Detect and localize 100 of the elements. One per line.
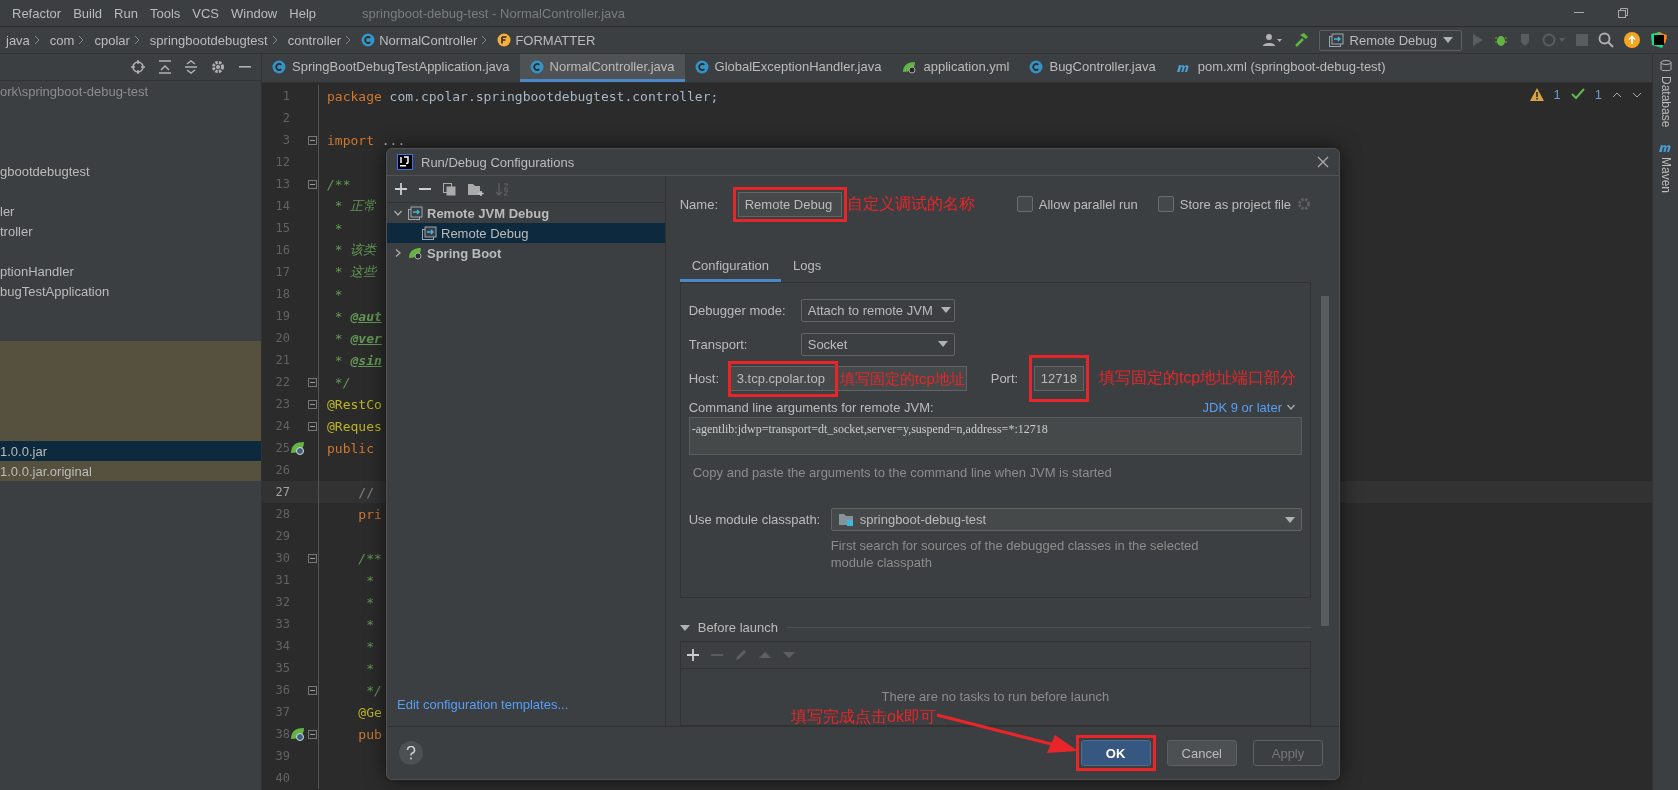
fold-icon[interactable] — [307, 729, 317, 739]
collapse-all-icon[interactable] — [159, 60, 171, 74]
line-number: 32 — [274, 594, 290, 611]
line-number: 16 — [274, 242, 290, 259]
dialog-title: Run/Debug Configurations — [421, 154, 575, 170]
name-field[interactable]: Remote Debug — [737, 191, 842, 217]
code-line: * — [365, 616, 374, 632]
bug-icon[interactable] — [1494, 33, 1508, 47]
checkbox[interactable] — [1157, 196, 1174, 212]
chevron-down-icon[interactable] — [1632, 91, 1642, 98]
menu-item[interactable]: Run — [108, 3, 144, 23]
minimize-icon[interactable] — [1574, 12, 1584, 14]
templates-link[interactable]: Edit configuration templates... — [387, 697, 665, 726]
dialog-button[interactable]: Cancel — [1166, 740, 1237, 766]
add-icon[interactable] — [395, 183, 407, 195]
breadcrumb[interactable]: controller — [287, 32, 342, 48]
bean-icon[interactable] — [290, 726, 306, 742]
transport-dropdown[interactable]: Socket — [800, 332, 955, 356]
search-icon[interactable] — [1598, 32, 1614, 48]
fold-icon[interactable] — [307, 685, 317, 695]
dialog-button[interactable]: OK — [1080, 740, 1151, 766]
fold-icon[interactable] — [307, 179, 317, 189]
breadcrumb[interactable]: springbootdebugtest — [149, 32, 268, 48]
app-logo-icon[interactable] — [1650, 31, 1668, 49]
restore-icon[interactable] — [1618, 8, 1628, 18]
config-tab[interactable]: Configuration — [679, 252, 782, 282]
editor-tab[interactable]: application.yml — [891, 54, 1020, 82]
caret-down-icon[interactable] — [679, 623, 690, 632]
menu-item[interactable]: Tools — [143, 3, 187, 23]
breadcrumb[interactable]: com — [49, 32, 75, 48]
jdk-version-dropdown[interactable]: JDK 9 or later — [1196, 398, 1302, 416]
menu-item[interactable]: Window — [225, 3, 284, 23]
bean-icon[interactable] — [290, 440, 306, 456]
class-icon — [529, 59, 544, 74]
close-icon[interactable] — [1317, 156, 1329, 168]
breadcrumb[interactable]: java — [6, 32, 30, 48]
fold-icon[interactable] — [307, 553, 317, 563]
copy-icon[interactable] — [443, 182, 456, 196]
locate-icon[interactable] — [131, 60, 145, 74]
debugger-mode-dropdown[interactable]: Attach to remote JVM — [800, 298, 955, 322]
editor-tab[interactable]: GlobalExceptionHandler.java — [684, 54, 892, 82]
command-line-field[interactable]: -agentlib:jdwp=transport=dt_socket,server=y,suspend=n,address=*:12718 — [688, 417, 1302, 455]
tree-item[interactable]: bugTestApplication — [0, 283, 110, 299]
editor-tab[interactable]: NormalController.java — [519, 54, 685, 82]
fold-icon[interactable] — [307, 377, 317, 387]
tree-item[interactable]: Remote JVM Debug — [427, 205, 550, 221]
menu-item[interactable]: Build — [67, 3, 109, 23]
line-number: 39 — [274, 748, 290, 765]
code-line: @RestCo — [327, 396, 382, 412]
breadcrumb[interactable]: cpolar — [94, 32, 130, 48]
editor-tab[interactable]: SpringBootDebugTestApplication.java — [262, 54, 520, 82]
menu-item[interactable]: Help — [283, 3, 322, 23]
add-icon[interactable] — [686, 649, 699, 661]
fold-icon[interactable] — [307, 135, 317, 145]
tree-item[interactable]: ptionHandler — [0, 263, 74, 279]
chevron-up-icon[interactable] — [1612, 91, 1622, 98]
leaf-icon — [901, 59, 918, 74]
chevron-right-icon[interactable] — [393, 248, 403, 258]
line-number: 23 — [274, 396, 290, 413]
line-number: 40 — [274, 770, 290, 787]
config-tab[interactable]: Logs — [781, 252, 834, 282]
fold-icon[interactable] — [307, 421, 317, 431]
port-field[interactable]: 12718 — [1033, 365, 1084, 391]
breadcrumb[interactable]: FORMATTER — [515, 32, 596, 48]
tree-item[interactable]: troller — [0, 223, 33, 239]
field-label: Host: — [688, 370, 721, 386]
help-button[interactable] — [399, 741, 423, 765]
line-number: 26 — [274, 462, 290, 479]
chevron-down-icon[interactable] — [393, 208, 403, 218]
tree-item[interactable]: 1.0.0.jar.original — [0, 463, 92, 479]
code-line: package com.cpolar.springbootdebugtest.controller; — [327, 88, 719, 104]
editor-tab[interactable]: pom.xml (springboot-debug-test) — [1165, 54, 1396, 82]
weak-warning-count: 1 — [1594, 87, 1602, 102]
tree-item[interactable]: ler — [0, 203, 15, 219]
editor-tab[interactable]: BugController.java — [1019, 54, 1166, 82]
tool-window-button[interactable]: Maven — [1658, 157, 1673, 194]
breadcrumb[interactable]: NormalController — [379, 32, 478, 48]
line-number: 21 — [274, 352, 290, 369]
settings-icon[interactable] — [211, 60, 225, 74]
code-line: @Reques — [327, 418, 382, 434]
question-mark-icon — [406, 746, 416, 760]
check-icon[interactable] — [1570, 88, 1585, 101]
warning-icon[interactable] — [1529, 88, 1544, 101]
module-dropdown[interactable]: springboot-debug-test — [830, 508, 1302, 531]
menu-item[interactable]: VCS — [186, 3, 225, 23]
scrollbar[interactable] — [1321, 296, 1329, 626]
user-icon[interactable] — [1262, 33, 1283, 47]
tree-item[interactable]: gbootdebugtest — [0, 163, 90, 179]
tool-window-button[interactable]: Database — [1658, 76, 1673, 128]
checkbox[interactable] — [1016, 196, 1033, 212]
new-folder-icon[interactable] — [468, 182, 484, 196]
field-icon — [497, 33, 512, 47]
chevron-down-icon[interactable] — [1286, 402, 1296, 412]
menu-item[interactable]: Refactor — [6, 3, 68, 23]
expand-icon[interactable] — [185, 60, 197, 74]
tree-item[interactable]: Spring Boot — [427, 245, 502, 261]
update-icon[interactable] — [1624, 32, 1640, 48]
fold-icon[interactable] — [307, 399, 317, 409]
run-config-dropdown[interactable]: Remote Debug — [1318, 29, 1462, 51]
tree-item[interactable]: 1.0.0.jar — [0, 443, 47, 459]
